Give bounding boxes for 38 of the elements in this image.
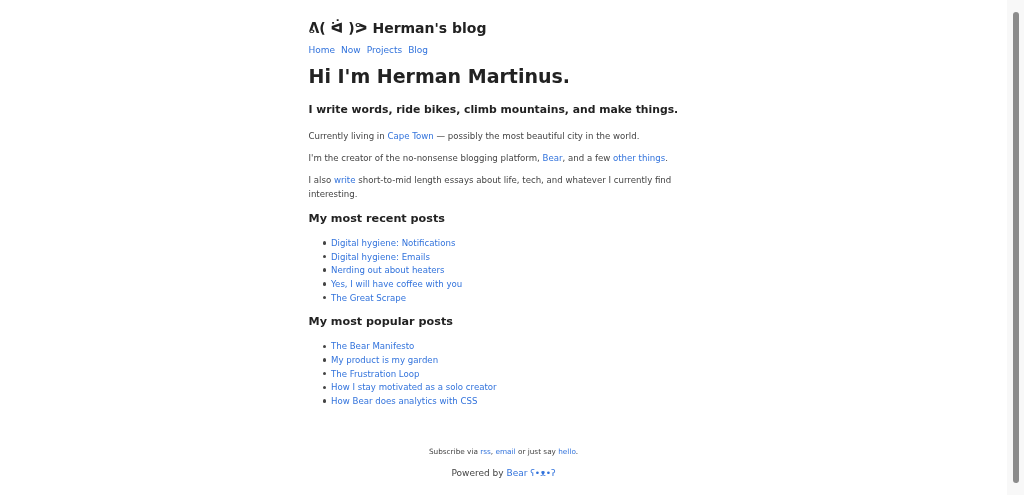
bullet-icon	[322, 241, 326, 245]
bullet-icon	[322, 385, 326, 390]
footer-text: Powered by Bear ʕ•ᴥ•ʔ	[450, 466, 557, 480]
nav-link[interactable]: Projects	[366, 44, 403, 56]
bullet-icon	[322, 344, 326, 349]
post-link[interactable]: Digital hygiene: Notifications	[331, 237, 456, 248]
text-link[interactable]: Bear	[542, 153, 563, 163]
bullet-icon	[322, 399, 326, 403]
nav-link[interactable]: Now	[341, 44, 361, 56]
text-link[interactable]: Bear ʕ•ᴥ•ʔ	[506, 467, 556, 478]
bullet-icon	[322, 295, 326, 300]
post-link[interactable]: How Bear does analytics with CSS	[331, 396, 478, 407]
bullet-icon	[322, 254, 326, 259]
nav-link[interactable]: Blog	[408, 44, 429, 56]
paragraph-text: I'm the creator of the no-nonsense blogging platform, Bear, and a few other things.	[308, 152, 669, 165]
bullet-icon	[322, 268, 326, 272]
post-link[interactable]: How I stay motivated as a solo creator	[331, 382, 497, 393]
tagline: I write words, ride bikes, climb mountains, and make things.	[308, 103, 680, 117]
post-link[interactable]: The Great Scrape	[331, 292, 407, 303]
post-link[interactable]: My product is my garden	[331, 354, 439, 365]
nav-link[interactable]: Home	[308, 44, 336, 56]
text-link[interactable]: write	[333, 175, 356, 185]
post-link[interactable]: The Frustration Loop	[331, 368, 420, 379]
bullet-icon	[322, 371, 326, 376]
post-link[interactable]: Yes, I will have coffee with you	[331, 278, 463, 289]
section-heading: My most popular posts	[308, 315, 454, 330]
paragraph-text: Currently living in Cape Town — possibly the most beautiful city in the world.	[308, 130, 641, 143]
text-link[interactable]: Cape Town	[387, 131, 434, 141]
post-link[interactable]: Digital hygiene: Emails	[331, 251, 430, 262]
section-heading: My most recent posts	[308, 212, 446, 226]
scrollbar[interactable]	[1007, 0, 1024, 495]
blog-title[interactable]: ᕕ( ᐛ )ᕗ Herman's blog	[308, 19, 699, 37]
paragraph-text: I also write short-to-mid length essays about life, tech, and whatever I currently find interesting.	[308, 174, 673, 201]
post-link[interactable]: The Bear Manifesto	[331, 341, 415, 352]
bullet-icon	[322, 282, 326, 286]
post-link[interactable]: Nerding out about heaters	[331, 265, 445, 276]
bullet-icon	[322, 358, 326, 362]
page-heading: Hi I'm Herman Martinus.	[308, 65, 572, 87]
